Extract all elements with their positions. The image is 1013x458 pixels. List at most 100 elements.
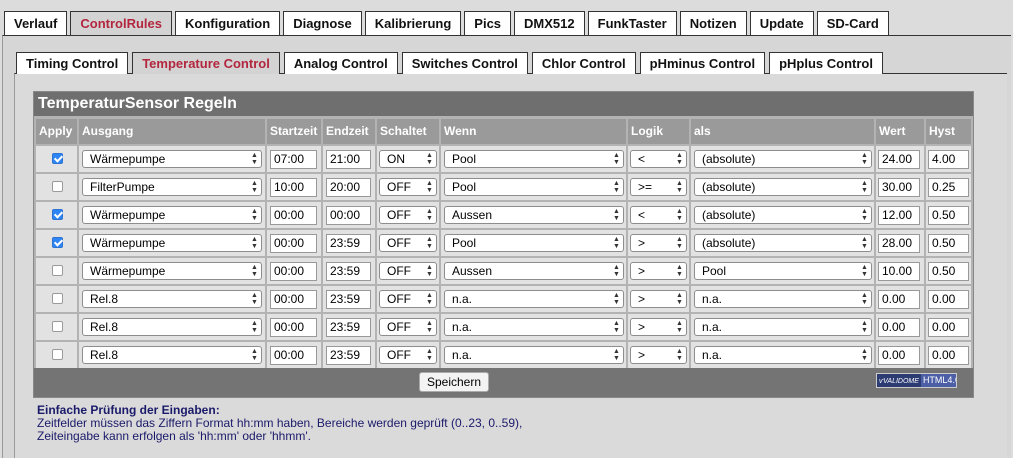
tab-pics[interactable]: Pics [464, 11, 512, 35]
schaltet-select[interactable]: ON ▲ ▼ [379, 150, 437, 168]
ausgang-select[interactable]: Rel.8 ▲ ▼ [82, 318, 262, 336]
start-time-input[interactable]: 00:00 [270, 290, 317, 309]
end-time-input[interactable]: 23:59 [326, 290, 371, 309]
start-time-input[interactable]: 10:00 [270, 178, 317, 197]
schaltet-select[interactable]: OFF ▲ ▼ [379, 290, 437, 308]
apply-checkbox[interactable] [52, 237, 63, 248]
end-time-input[interactable]: 00:00 [326, 206, 371, 225]
logik-select[interactable]: > ▲ ▼ [630, 318, 687, 336]
logik-select[interactable]: > ▲ ▼ [630, 346, 687, 364]
html-validation-badge[interactable]: ѵVALIDOMEHTML4.01 [876, 373, 957, 388]
logik-select[interactable]: > ▲ ▼ [630, 290, 687, 308]
start-time-input[interactable]: 00:00 [270, 346, 317, 365]
tab-kalibrierung[interactable]: Kalibrierung [364, 11, 462, 35]
als-select[interactable]: (absolute) ▲ ▼ [694, 206, 872, 224]
schaltet-select[interactable]: OFF ▲ ▼ [379, 262, 437, 280]
wenn-select[interactable]: Aussen ▲ ▼ [444, 206, 624, 224]
hyst-input[interactable]: 0.50 [928, 262, 969, 281]
als-select[interactable]: (absolute) ▲ ▼ [694, 150, 872, 168]
wert-input[interactable]: 0.00 [878, 290, 920, 309]
als-select[interactable]: (absolute) ▲ ▼ [694, 178, 872, 196]
als-select[interactable]: Pool ▲ ▼ [694, 262, 872, 280]
apply-checkbox[interactable] [52, 181, 63, 192]
hyst-input[interactable]: 0.00 [928, 290, 969, 309]
end-time-input[interactable]: 23:59 [326, 234, 371, 253]
subtab-temperature-control[interactable]: Temperature Control [132, 52, 280, 74]
logik-select[interactable]: > ▲ ▼ [630, 234, 687, 252]
subtab-analog-control[interactable]: Analog Control [283, 52, 398, 74]
als-select[interactable]: (absolute) ▲ ▼ [694, 234, 872, 252]
start-time-input[interactable]: 00:00 [270, 262, 317, 281]
ausgang-select[interactable]: Wärmepumpe ▲ ▼ [82, 262, 262, 280]
tab-sd-card[interactable]: SD-Card [816, 11, 889, 35]
start-time-input[interactable]: 07:00 [270, 150, 317, 169]
als-select[interactable]: n.a. ▲ ▼ [694, 290, 872, 308]
apply-checkbox[interactable] [52, 293, 63, 304]
end-time-input[interactable]: 21:00 [326, 150, 371, 169]
wert-input[interactable]: 28.00 [878, 234, 920, 253]
apply-checkbox[interactable] [52, 209, 63, 220]
subtab-switches-control[interactable]: Switches Control [401, 52, 528, 74]
ausgang-select[interactable]: Wärmepumpe ▲ ▼ [82, 206, 262, 224]
end-time-input[interactable]: 23:59 [326, 346, 371, 365]
schaltet-select[interactable]: OFF ▲ ▼ [379, 206, 437, 224]
logik-select[interactable]: > ▲ ▼ [630, 262, 687, 280]
wert-input[interactable]: 0.00 [878, 346, 920, 365]
wert-input[interactable]: 0.00 [878, 318, 920, 337]
ausgang-select[interactable]: Wärmepumpe ▲ ▼ [82, 234, 262, 252]
end-time-input[interactable]: 20:00 [326, 178, 371, 197]
wert-input[interactable]: 24.00 [878, 150, 920, 169]
logik-select[interactable]: < ▲ ▼ [630, 150, 687, 168]
ausgang-select[interactable]: Rel.8 ▲ ▼ [82, 290, 262, 308]
ausgang-select[interactable]: FilterPumpe ▲ ▼ [82, 178, 262, 196]
tab-dmx512[interactable]: DMX512 [514, 11, 585, 35]
logik-select[interactable]: < ▲ ▼ [630, 206, 687, 224]
apply-checkbox[interactable] [52, 265, 63, 276]
end-time-input[interactable]: 23:59 [326, 262, 371, 281]
start-time-input[interactable]: 00:00 [270, 234, 317, 253]
wert-input[interactable]: 10.00 [878, 262, 920, 281]
tab-diagnose[interactable]: Diagnose [283, 11, 362, 35]
ausgang-select[interactable]: Wärmepumpe ▲ ▼ [82, 150, 262, 168]
start-time-input[interactable]: 00:00 [270, 318, 317, 337]
wenn-select[interactable]: n.a. ▲ ▼ [444, 318, 624, 336]
subtab-phplus-control[interactable]: pHplus Control [769, 52, 883, 74]
tab-update[interactable]: Update [749, 11, 814, 35]
hyst-input[interactable]: 0.50 [928, 206, 969, 225]
logik-select[interactable]: >= ▲ ▼ [630, 178, 687, 196]
subtab-phminus-control[interactable]: pHminus Control [639, 52, 766, 74]
start-time-input[interactable]: 00:00 [270, 206, 317, 225]
wenn-select[interactable]: Pool ▲ ▼ [444, 234, 624, 252]
hyst-input[interactable]: 0.50 [928, 234, 969, 253]
tab-konfiguration[interactable]: Konfiguration [174, 11, 281, 35]
wenn-select[interactable]: Aussen ▲ ▼ [444, 262, 624, 280]
schaltet-select[interactable]: OFF ▲ ▼ [379, 346, 437, 364]
subtab-timing-control[interactable]: Timing Control [16, 52, 129, 74]
als-select[interactable]: n.a. ▲ ▼ [694, 346, 872, 364]
tab-controlrules[interactable]: ControlRules [70, 11, 172, 35]
tab-verlauf[interactable]: Verlauf [4, 11, 68, 35]
wenn-select[interactable]: Pool ▲ ▼ [444, 178, 624, 196]
tab-notizen[interactable]: Notizen [679, 11, 747, 35]
subtab-chlor-control[interactable]: Chlor Control [531, 52, 636, 74]
hyst-input[interactable]: 0.00 [928, 318, 969, 337]
wenn-select[interactable]: n.a. ▲ ▼ [444, 346, 624, 364]
tab-funktaster[interactable]: FunkTaster [587, 11, 677, 35]
apply-checkbox[interactable] [52, 321, 63, 332]
wert-input[interactable]: 30.00 [878, 178, 920, 197]
apply-checkbox[interactable] [52, 153, 63, 164]
schaltet-select[interactable]: OFF ▲ ▼ [379, 178, 437, 196]
hyst-input[interactable]: 0.25 [928, 178, 969, 197]
end-time-input[interactable]: 23:59 [326, 318, 371, 337]
save-button[interactable]: Speichern [419, 372, 489, 392]
ausgang-select[interactable]: Rel.8 ▲ ▼ [82, 346, 262, 364]
hyst-input[interactable]: 0.00 [928, 346, 969, 365]
apply-checkbox[interactable] [52, 349, 63, 360]
wert-input[interactable]: 12.00 [878, 206, 920, 225]
wenn-select[interactable]: Pool ▲ ▼ [444, 150, 624, 168]
schaltet-select[interactable]: OFF ▲ ▼ [379, 234, 437, 252]
hyst-input[interactable]: 4.00 [928, 150, 969, 169]
als-select[interactable]: n.a. ▲ ▼ [694, 318, 872, 336]
schaltet-select[interactable]: OFF ▲ ▼ [379, 318, 437, 336]
wenn-select[interactable]: n.a. ▲ ▼ [444, 290, 624, 308]
